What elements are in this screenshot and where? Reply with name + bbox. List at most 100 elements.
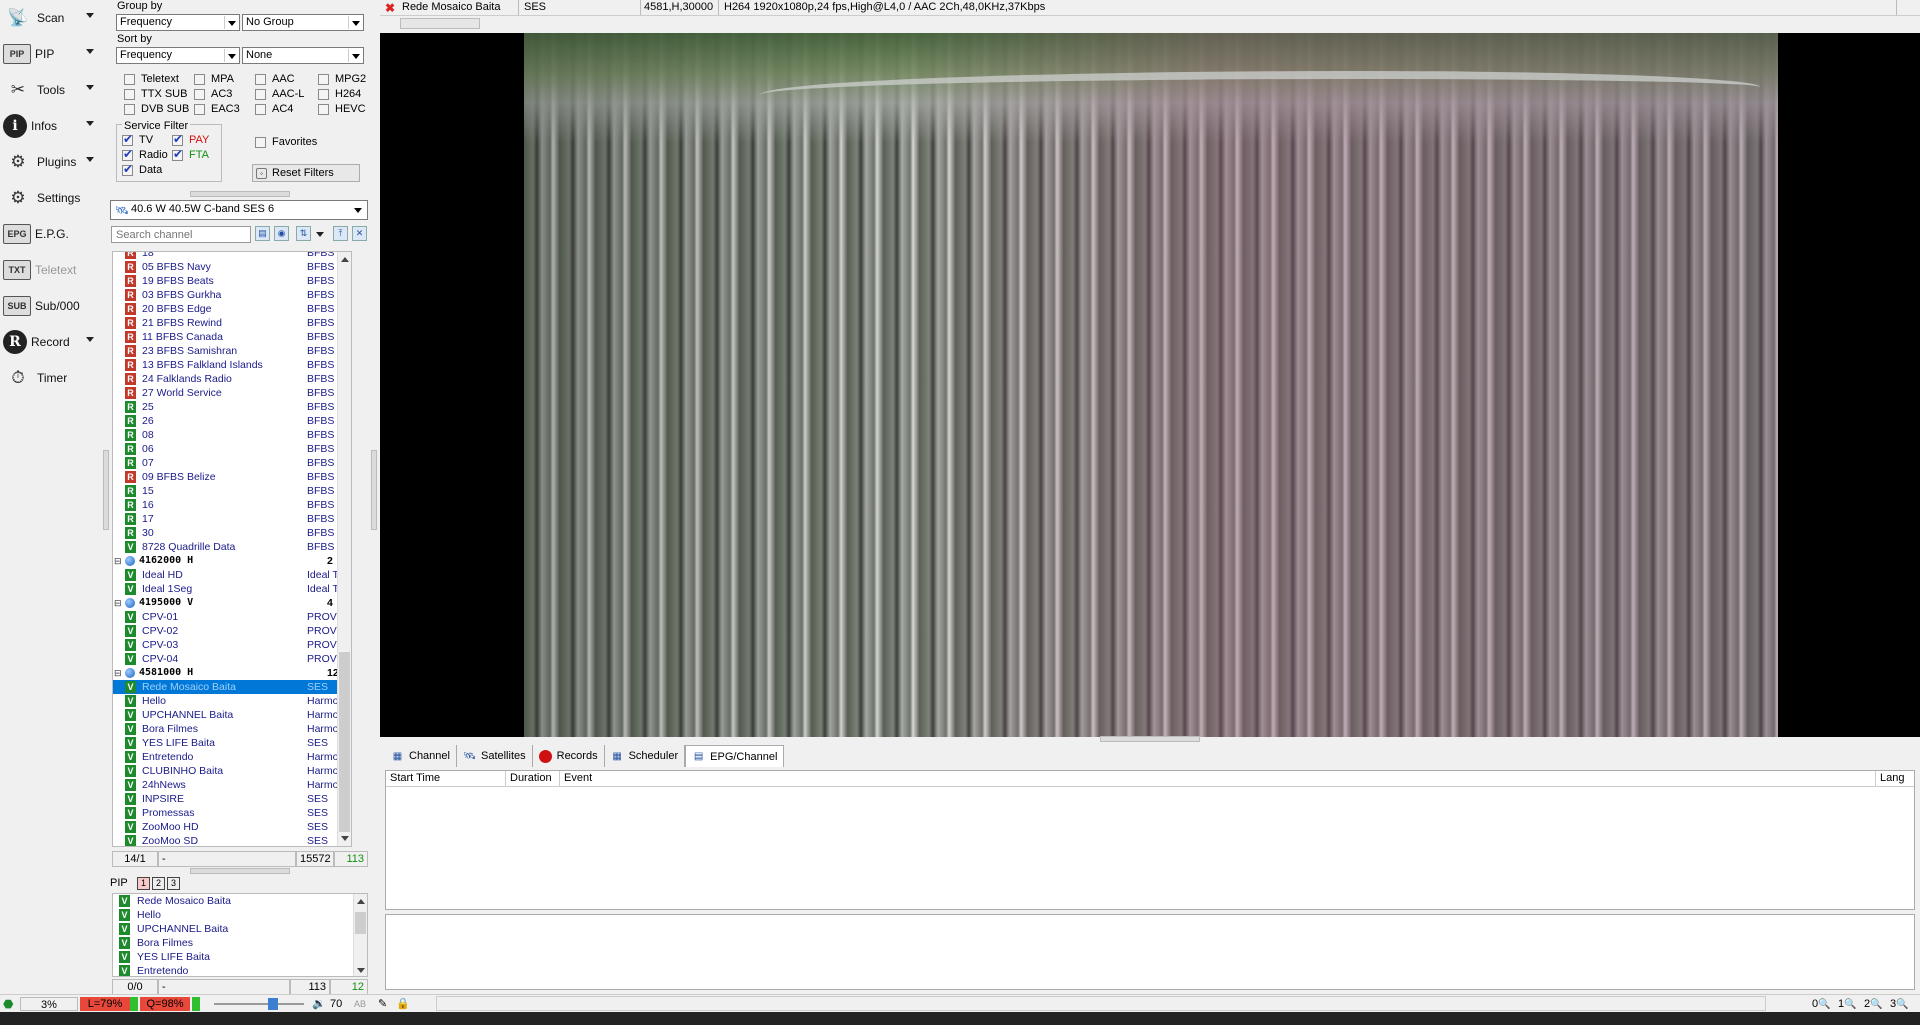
tab-records[interactable]: Records <box>533 745 605 767</box>
sort-by-select[interactable]: Frequency <box>116 47 240 64</box>
col-duration[interactable]: Duration <box>506 771 560 787</box>
service-pay[interactable]: PAY <box>172 132 209 146</box>
col-lang[interactable]: Lang <box>1876 771 1914 787</box>
channel-row[interactable]: V Hello Harmonic <box>113 694 351 708</box>
zoom-0-button[interactable]: 0🔍 <box>1812 997 1831 1011</box>
zoom-2-button[interactable]: 2🔍 <box>1864 997 1883 1011</box>
close-list-icon[interactable]: ✕ <box>352 226 367 241</box>
filter-mpg2[interactable]: MPG2 <box>318 73 366 85</box>
channel-row[interactable]: R 03 BFBS Gurkha BFBS <box>113 288 351 302</box>
collapse-icon[interactable]: ⊟ <box>114 666 122 680</box>
pip-button-1[interactable]: 1 <box>137 877 150 890</box>
service-data[interactable]: Data <box>122 162 162 176</box>
channel-row[interactable]: R 30 BFBS <box>113 526 351 540</box>
pip-channel-row[interactable]: V YES LIFE Baita <box>113 950 353 964</box>
pip-channel-list[interactable]: V Entretendo V YES LIFE Baita V Bora Filmes V U… <box>112 893 368 977</box>
toolbar-scan[interactable]: 📡 Scan <box>0 1 108 35</box>
pip-scrollbar[interactable] <box>353 894 367 976</box>
scroll-down-icon[interactable] <box>341 836 349 841</box>
chevron-down-icon[interactable] <box>86 13 94 18</box>
chevron-down-icon[interactable] <box>86 157 94 162</box>
list-view-icon[interactable]: ▤ <box>255 226 270 241</box>
transponder-row[interactable]: ⊟ 4581000 H 12 <box>113 666 351 680</box>
toolbar-tools[interactable]: ✂ Tools <box>0 73 108 107</box>
toolbar-timer[interactable]: ⏱ Timer <box>0 361 108 395</box>
chevron-down-icon[interactable] <box>316 232 324 237</box>
channel-row[interactable]: R 13 BFBS Falkland Islands BFBS <box>113 358 351 372</box>
sort-icon[interactable]: ⇅ <box>296 226 311 241</box>
close-icon[interactable]: ✖ <box>385 1 395 15</box>
move-top-icon[interactable]: ⤒ <box>333 226 348 241</box>
scroll-up-icon[interactable] <box>341 257 349 262</box>
volume-slider[interactable] <box>214 1003 304 1005</box>
channel-row[interactable]: R 18 BFBS <box>113 252 351 260</box>
speaker-icon[interactable]: 🔉 <box>312 997 326 1011</box>
scroll-thumb[interactable] <box>339 652 350 832</box>
satellite-select[interactable]: 🛰 40.6 W 40.5W C-band SES 6 <box>110 200 368 220</box>
left-splitter[interactable] <box>103 450 109 530</box>
channel-row[interactable]: V CPV-01 PROVIDA <box>113 610 351 624</box>
group-by-second-select[interactable]: No Group <box>242 14 364 31</box>
col-event[interactable]: Event <box>560 771 1876 787</box>
panel-splitter[interactable] <box>190 191 290 197</box>
channel-row[interactable]: V Entretendo Harmonic <box>113 750 351 764</box>
channel-row[interactable]: V INPSIRE SES <box>113 792 351 806</box>
channel-row[interactable]: V 24hNews Harmonic <box>113 778 351 792</box>
scroll-up-icon[interactable] <box>357 899 365 904</box>
edit-icon[interactable]: ✎ <box>378 997 387 1011</box>
chevron-down-icon[interactable] <box>86 49 94 54</box>
channel-row[interactable]: R 11 BFBS Canada BFBS <box>113 330 351 344</box>
pip-button-3[interactable]: 3 <box>167 877 180 890</box>
video-splitter[interactable] <box>1100 736 1200 742</box>
channel-row[interactable]: R 09 BFBS Belize BFBS <box>113 470 351 484</box>
chevron-down-icon[interactable] <box>86 121 94 126</box>
toolbar-sub-000[interactable]: SUB Sub/000 <box>0 289 108 323</box>
pip-channel-row[interactable]: V UPCHANNEL Baita <box>113 922 353 936</box>
lock-icon[interactable]: 🔒 <box>396 997 410 1011</box>
channel-row[interactable]: V Promessas SES <box>113 806 351 820</box>
channel-row[interactable]: V YES LIFE Baita SES <box>113 736 351 750</box>
channel-row[interactable]: V CLUBINHO Baita Harmonic <box>113 764 351 778</box>
pip-splitter[interactable] <box>190 868 290 874</box>
tab-epg-channel[interactable]: ▤ EPG/Channel <box>685 745 785 767</box>
channel-row[interactable]: R 20 BFBS Edge BFBS <box>113 302 351 316</box>
sort-by-second-select[interactable]: None <box>242 47 364 64</box>
zoom-1-button[interactable]: 1🔍 <box>1838 997 1857 1011</box>
service-tv[interactable]: TV <box>122 132 153 146</box>
zoom-3-button[interactable]: 3🔍 <box>1890 997 1909 1011</box>
toolbar-e-p-g[interactable]: EPG E.P.G. <box>0 217 108 251</box>
transponder-row[interactable]: ⊟ 4195000 V 4 <box>113 596 351 610</box>
chevron-down-icon[interactable] <box>86 85 94 90</box>
pip-channel-row[interactable]: V Hello <box>113 908 353 922</box>
favorites-checkbox[interactable]: Favorites <box>255 136 317 148</box>
filter-aac[interactable]: AAC <box>255 73 295 85</box>
service-fta[interactable]: FTA <box>172 147 209 161</box>
reset-filters-button[interactable]: ◦ Reset Filters <box>252 164 360 182</box>
search-channel-input[interactable] <box>111 226 251 243</box>
filter-eac3[interactable]: EAC3 <box>194 103 240 115</box>
channel-row[interactable]: R 26 BFBS <box>113 414 351 428</box>
channel-row[interactable]: R 15 BFBS <box>113 484 351 498</box>
tab-channel[interactable]: ▦ Channel <box>385 745 457 767</box>
channel-row[interactable]: R 21 BFBS Rewind BFBS <box>113 316 351 330</box>
volume-slider-thumb[interactable] <box>268 998 278 1010</box>
channel-row[interactable]: V 8728 Quadrille Data BFBS <box>113 540 351 554</box>
channel-row[interactable]: R 19 BFBS Beats BFBS <box>113 274 351 288</box>
epg-table[interactable]: Start Time Duration Event Lang <box>385 770 1915 910</box>
channel-row[interactable]: V CPV-04 PROVIDA <box>113 652 351 666</box>
video-display[interactable] <box>380 33 1920 737</box>
channel-list-scrollbar[interactable] <box>337 252 351 846</box>
toolbar-infos[interactable]: i Infos <box>0 109 108 143</box>
scroll-down-icon[interactable] <box>357 968 365 973</box>
channel-row[interactable]: V Ideal HD Ideal TV <box>113 568 351 582</box>
channel-row[interactable]: R 07 BFBS <box>113 456 351 470</box>
collapse-icon[interactable]: ⊟ <box>114 554 122 568</box>
scroll-thumb[interactable] <box>355 912 366 934</box>
chevron-down-icon[interactable] <box>86 337 94 342</box>
col-start-time[interactable]: Start Time <box>386 771 506 787</box>
filter-teletext[interactable]: Teletext <box>124 73 179 85</box>
channel-row[interactable]: R 24 Falklands Radio BFBS <box>113 372 351 386</box>
channel-row[interactable]: R 27 World Service BFBS <box>113 386 351 400</box>
channel-row[interactable]: R 23 BFBS Samishran BFBS <box>113 344 351 358</box>
channel-list[interactable]: V ZooMoo SD SES V ZooMoo HD SES V Promessas SES V… <box>112 251 352 847</box>
